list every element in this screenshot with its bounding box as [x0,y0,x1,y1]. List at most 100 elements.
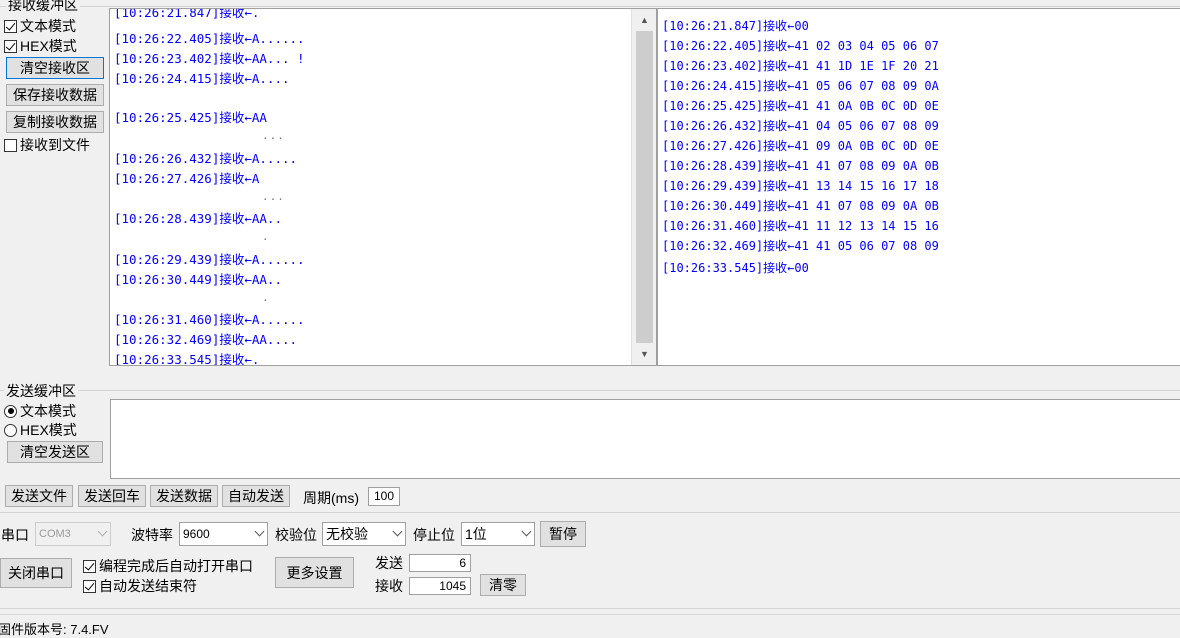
receive-hex-pane[interactable]: [10:26:21.847]接收←00 [10:26:22.405]接收←41 … [657,8,1180,366]
scrollbar-thumb[interactable] [636,31,653,343]
checkbox-checked-icon [83,579,96,593]
status-divider [0,608,1180,609]
send-text-mode-label: 文本模式 [20,403,76,419]
close-port-button[interactable]: 关闭串口 [0,558,72,588]
baud-select[interactable]: 9600 [179,522,268,546]
copy-receive-button[interactable]: 复制接收数据 [6,111,104,133]
receive-hex-line: [10:26:26.432]接收←41 04 05 06 07 08 09 [662,119,939,133]
receive-hex-line: [10:26:24.415]接收←41 05 06 07 08 09 0A [662,79,939,93]
auto-send-button[interactable]: 自动发送 [222,485,290,507]
more-settings-button[interactable]: 更多设置 [275,557,354,588]
receive-text-scrollbar[interactable]: ▲ ▼ [631,9,656,365]
receive-hex-line: [10:26:28.439]接收←41 41 07 08 09 0A 0B [662,159,939,173]
send-text-mode-radio[interactable]: 文本模式 [4,401,76,421]
receive-text-line: [10:26:28.439]接收←AA.. [114,211,282,226]
auto-send-terminator-label: 自动发送结束符 [99,578,197,594]
baud-label: 波特率 [131,527,173,543]
auto-send-terminator-checkbox[interactable]: 自动发送结束符 [83,576,197,596]
stop-bits-label: 停止位 [413,527,455,543]
send-text-input[interactable] [110,399,1180,479]
port-select[interactable]: COM3 [35,522,111,546]
continuation-dots: ... [262,129,285,142]
send-data-button[interactable]: 发送数据 [150,485,218,507]
save-receive-button[interactable]: 保存接收数据 [6,84,104,106]
receive-text-line: [10:26:29.439]接收←A...... [114,252,305,267]
parity-select[interactable]: 无校验 [322,522,406,546]
send-hex-mode-label: HEX模式 [20,422,77,438]
recv-count-label: 接收 [375,578,403,594]
pause-button[interactable]: 暂停 [540,521,586,547]
receive-hex-line: [10:26:32.469]接收←41 41 05 06 07 08 09 [662,239,939,253]
send-hex-mode-radio[interactable]: HEX模式 [4,420,77,440]
clear-receive-button[interactable]: 清空接收区 [6,57,104,79]
chevron-down-icon [254,526,265,537]
receive-hex-line: [10:26:25.425]接收←41 41 0A 0B 0C 0D 0E [662,99,939,113]
receive-hex-line: [10:26:33.545]接收←00 [662,261,809,275]
baud-value: 9600 [183,527,210,541]
receive-text-line: [10:26:23.402]接收←AA... ! [114,51,305,66]
stop-bits-value: 1位 [465,526,487,542]
continuation-dots: ... [262,190,285,203]
checkbox-checked-icon [4,39,17,53]
receive-text-line: [10:26:33.545]接收←. [114,352,260,366]
continuation-dots: . [262,291,270,304]
scroll-up-icon[interactable]: ▲ [632,9,656,31]
receive-group-line [0,6,1180,7]
parity-label: 校验位 [275,527,317,543]
receive-text-mode-checkbox[interactable]: 文本模式 [4,16,76,36]
receive-text-line: [10:26:27.426]接收←A [114,171,260,186]
radio-unchecked-icon [4,423,17,437]
chevron-down-icon [97,526,108,537]
period-label: 周期(ms) [303,490,359,506]
receive-hex-line: [10:26:21.847]接收←00 [662,19,809,33]
receive-hex-line: [10:26:31.460]接收←41 11 12 13 14 15 16 [662,219,939,233]
send-group-line [0,390,1180,391]
receive-text-mode-label: 文本模式 [20,18,76,34]
receive-text-line: [10:26:31.460]接收←A...... [114,312,305,327]
checkbox-unchecked-icon [4,138,17,152]
chevron-down-icon [392,526,403,537]
parity-value: 无校验 [326,526,368,542]
send-count-label: 发送 [375,555,403,571]
clear-count-button[interactable]: 清零 [480,574,526,596]
firmware-version: 固件版本号: 7.4.FV [0,622,109,637]
checkbox-checked-icon [4,19,17,33]
receive-group-title: 接收缓冲区 [6,0,80,15]
receive-to-file-checkbox[interactable]: 接收到文件 [4,135,90,155]
receive-text-line: [10:26:30.449]接收←AA.. [114,272,282,287]
checkbox-checked-icon [83,559,96,573]
receive-hex-line: [10:26:23.402]接收←41 41 1D 1E 1F 20 21 [662,59,939,73]
receive-text-line: [10:26:24.415]接收←A.... [114,71,290,86]
receive-text-line: [10:26:25.425]接收←AA [114,110,267,125]
send-file-button[interactable]: 发送文件 [5,485,73,507]
radio-checked-icon [4,404,17,418]
clear-send-button[interactable]: 清空发送区 [7,441,103,463]
send-enter-button[interactable]: 发送回车 [78,485,146,507]
status-divider [0,614,1180,615]
auto-open-port-checkbox[interactable]: 编程完成后自动打开串口 [83,556,253,576]
receive-text-pane[interactable]: [10:26:21.847]接收←. [10:26:22.405]接收←A...… [109,8,657,366]
receive-text-line: [10:26:21.847]接收←. [114,8,260,20]
receive-to-file-label: 接收到文件 [20,137,90,153]
receive-hex-mode-checkbox[interactable]: HEX模式 [4,36,77,56]
receive-hex-line: [10:26:29.439]接收←41 13 14 15 16 17 18 [662,179,939,193]
receive-hex-line: [10:26:22.405]接收←41 02 03 04 05 06 07 [662,39,939,53]
continuation-dots: . [262,230,270,243]
chevron-down-icon [521,526,532,537]
send-count-value: 6 [409,554,471,572]
receive-hex-line: [10:26:27.426]接收←41 09 0A 0B 0C 0D 0E [662,139,939,153]
auto-open-port-label: 编程完成后自动打开串口 [99,558,253,574]
divider [0,512,1180,513]
receive-hex-mode-label: HEX模式 [20,38,77,54]
port-value: COM3 [39,528,71,540]
send-group-title: 发送缓冲区 [4,381,78,401]
receive-hex-line: [10:26:30.449]接收←41 41 07 08 09 0A 0B [662,199,939,213]
receive-text-line: [10:26:26.432]接收←A..... [114,151,298,166]
period-input[interactable]: 100 [368,487,400,506]
receive-text-line: [10:26:22.405]接收←A...... [114,31,305,46]
recv-count-value: 1045 [409,577,471,595]
receive-text-line: [10:26:32.469]接收←AA.... [114,332,298,347]
scroll-down-icon[interactable]: ▼ [632,343,656,365]
port-label: 串口 [1,527,29,543]
stop-bits-select[interactable]: 1位 [461,522,535,546]
